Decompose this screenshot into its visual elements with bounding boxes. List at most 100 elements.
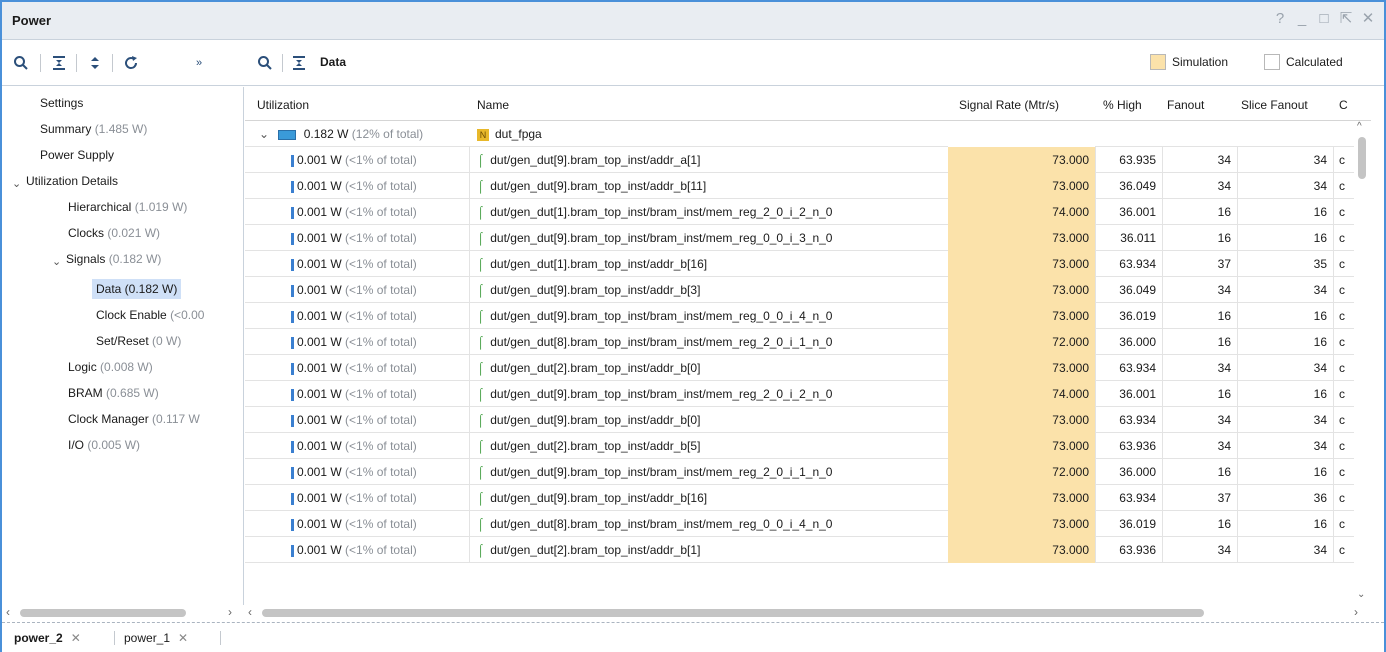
table-row[interactable]: 0.001 W (<1% of total) ⌠ dut/gen_dut[9].br… <box>245 407 1355 433</box>
signal-rate-cell: 73.000 <box>948 537 1095 563</box>
scroll-thumb[interactable] <box>1358 137 1366 179</box>
signal-rate-cell: 72.000 <box>948 459 1095 485</box>
scroll-right-icon[interactable]: › <box>228 605 232 619</box>
tree-item-bram[interactable]: BRAM (0.685 W) <box>68 383 159 403</box>
close-tab-icon[interactable]: ✕ <box>71 631 81 645</box>
signal-rate-cell: 73.000 <box>948 277 1095 303</box>
tree-item-signals[interactable]: Signals (0.182 W) <box>66 249 161 269</box>
slice-fanout-cell: 34 <box>1313 439 1327 453</box>
close-icon[interactable]: ✕ <box>1360 10 1376 28</box>
scroll-right-icon[interactable]: › <box>1354 605 1358 619</box>
table-row[interactable]: 0.001 W (<1% of total) ⌠ dut/gen_dut[9].br… <box>245 485 1355 511</box>
tree-item-hierarchical[interactable]: Hierarchical (1.019 W) <box>68 197 187 217</box>
chevron-down-icon[interactable]: ⌄ <box>259 127 269 141</box>
collapse-all-icon[interactable] <box>48 51 70 75</box>
util-cell: 0.001 W (<1% of total) <box>291 407 461 433</box>
name-cell: ⌠ dut/gen_dut[2].bram_top_inst/addr_b[0] <box>477 361 701 375</box>
chevron-down-icon[interactable]: ⌄ <box>12 177 21 190</box>
tree-item-clock-enable[interactable]: Clock Enable (<0.00 <box>96 305 204 325</box>
col-c[interactable]: C <box>1339 98 1348 112</box>
table-collapse-all-icon[interactable] <box>288 51 310 75</box>
table-horizontal-scrollbar[interactable]: ‹ › <box>244 605 1368 621</box>
table-row[interactable]: 0.001 W (<1% of total) ⌠ dut/gen_dut[2].br… <box>245 355 1355 381</box>
tree-item-power-supply[interactable]: Power Supply <box>40 145 114 165</box>
slice-fanout-cell: 16 <box>1313 231 1327 245</box>
scroll-down-icon[interactable]: ⌄ <box>1357 589 1365 600</box>
close-tab-icon[interactable]: ✕ <box>178 631 188 645</box>
float-icon[interactable]: ⇱ <box>1338 10 1354 28</box>
table-row[interactable]: 0.001 W (<1% of total) ⌠ dut/gen_dut[9].br… <box>245 381 1355 407</box>
col-fanout[interactable]: Fanout <box>1167 98 1204 112</box>
tree-item-data[interactable]: Data (0.182 W) <box>92 279 182 299</box>
tree-item-io[interactable]: I/O (0.005 W) <box>68 435 140 455</box>
c-cell: c <box>1339 465 1345 479</box>
tab-power-1[interactable]: power_1 ✕ <box>124 629 188 647</box>
signal-icon: ⌠ <box>477 439 485 453</box>
table-row[interactable]: 0.001 W (<1% of total) ⌠ dut/gen_dut[8].br… <box>245 329 1355 355</box>
table-search-icon[interactable] <box>254 51 276 75</box>
signal-icon: ⌠ <box>477 517 485 531</box>
help-icon[interactable]: ? <box>1272 10 1288 28</box>
table-row[interactable]: 0.001 W (<1% of total) ⌠ dut/gen_dut[1].br… <box>245 251 1355 277</box>
tree-item-set-reset[interactable]: Set/Reset (0 W) <box>96 331 181 351</box>
percent-high-cell: 63.934 <box>1119 413 1156 427</box>
scroll-thumb[interactable] <box>20 609 186 617</box>
toolbar: » Data Simulation Calculated <box>2 40 1384 86</box>
tree-item-clock-manager[interactable]: Clock Manager (0.117 W <box>68 409 200 429</box>
tree-item-utilization-details[interactable]: Utilization Details <box>26 171 118 191</box>
tree-item-settings[interactable]: Settings <box>40 93 83 113</box>
tree-item-clocks[interactable]: Clocks (0.021 W) <box>68 223 160 243</box>
table-row[interactable]: ⌄ 0.182 W (12% of total) Ndut_fpga <box>245 121 1355 147</box>
util-cell: 0.001 W (<1% of total) <box>291 147 461 173</box>
utilization-bar <box>291 180 294 193</box>
col-signal-rate[interactable]: Signal Rate (Mtr/s) <box>959 98 1059 112</box>
table-row[interactable]: 0.001 W (<1% of total) ⌠ dut/gen_dut[1].br… <box>245 199 1355 225</box>
scroll-up-icon[interactable]: ^ <box>1357 121 1362 132</box>
tree-item-summary[interactable]: Summary (1.485 W) <box>40 119 147 139</box>
table-vertical-scrollbar[interactable]: ^ ⌄ <box>1354 121 1370 605</box>
signal-icon: ⌠ <box>477 179 485 193</box>
fanout-cell: 34 <box>1217 153 1231 167</box>
col-utilization[interactable]: Utilization <box>257 98 309 112</box>
col-slice-fanout[interactable]: Slice Fanout <box>1241 98 1308 112</box>
col-percent-high[interactable]: % High <box>1103 98 1142 112</box>
navigation-tree: Settings Summary (1.485 W) Power Supply … <box>2 87 244 605</box>
tree-item-logic[interactable]: Logic (0.008 W) <box>68 357 153 377</box>
c-cell: c <box>1339 283 1345 297</box>
util-cell: 0.001 W (<1% of total) <box>291 537 461 563</box>
c-cell: c <box>1339 153 1345 167</box>
refresh-icon[interactable] <box>120 51 142 75</box>
tab-power-2[interactable]: power_2 ✕ <box>14 629 81 647</box>
table-row[interactable]: 0.001 W (<1% of total) ⌠ dut/gen_dut[9].br… <box>245 147 1355 173</box>
table-row[interactable]: 0.001 W (<1% of total) ⌠ dut/gen_dut[9].br… <box>245 277 1355 303</box>
maximize-icon[interactable]: □ <box>1316 10 1332 28</box>
table-row[interactable]: 0.001 W (<1% of total) ⌠ dut/gen_dut[8].br… <box>245 511 1355 537</box>
overflow-chevron-icon[interactable]: » <box>188 51 210 75</box>
minimize-icon[interactable]: _ <box>1294 10 1310 28</box>
table-row[interactable]: 0.001 W (<1% of total) ⌠ dut/gen_dut[2].br… <box>245 433 1355 459</box>
table-row[interactable]: 0.001 W (<1% of total) ⌠ dut/gen_dut[2].br… <box>245 537 1355 563</box>
name-cell: ⌠ dut/gen_dut[8].bram_top_inst/bram_inst/… <box>477 517 833 531</box>
table-row[interactable]: 0.001 W (<1% of total) ⌠ dut/gen_dut[9].br… <box>245 173 1355 199</box>
percent-high-cell: 63.934 <box>1119 361 1156 375</box>
scroll-thumb[interactable] <box>262 609 1204 617</box>
table-row[interactable]: 0.001 W (<1% of total) ⌠ dut/gen_dut[9].br… <box>245 225 1355 251</box>
tab-separator <box>220 631 221 645</box>
signal-rate-cell: 73.000 <box>948 511 1095 537</box>
signal-rate-cell: 73.000 <box>948 251 1095 277</box>
c-cell: c <box>1339 335 1345 349</box>
calculated-legend-swatch <box>1264 54 1280 70</box>
section-label: Data <box>320 55 347 69</box>
tree-horizontal-scrollbar[interactable]: ‹ › <box>2 605 244 621</box>
expand-all-icon[interactable] <box>84 51 106 75</box>
chevron-down-icon[interactable]: ⌄ <box>52 255 61 268</box>
signal-icon: ⌠ <box>477 335 485 349</box>
scroll-left-icon[interactable]: ‹ <box>6 605 10 619</box>
col-name[interactable]: Name <box>477 98 509 112</box>
signal-icon: ⌠ <box>477 361 485 375</box>
search-icon[interactable] <box>10 51 32 75</box>
table-row[interactable]: 0.001 W (<1% of total) ⌠ dut/gen_dut[9].br… <box>245 303 1355 329</box>
signal-rate-cell: 73.000 <box>948 303 1095 329</box>
scroll-left-icon[interactable]: ‹ <box>248 605 252 619</box>
table-row[interactable]: 0.001 W (<1% of total) ⌠ dut/gen_dut[9].br… <box>245 459 1355 485</box>
